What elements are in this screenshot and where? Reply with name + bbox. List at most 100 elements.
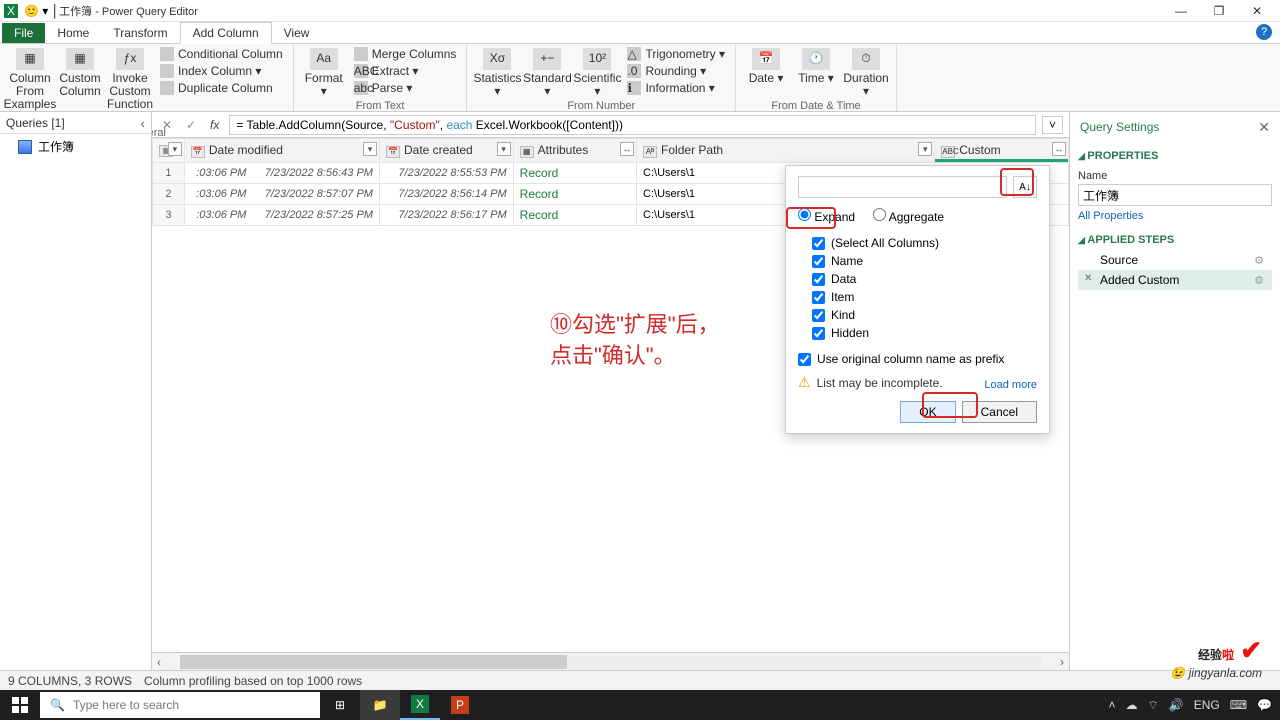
extract-button[interactable]: ABCExtract ▾ [350, 63, 461, 79]
close-button[interactable]: ✕ [1238, 0, 1276, 22]
ribbon: ▦Column From Examples ▾ ▦Custom Column ƒ… [0, 44, 1280, 112]
warning-icon: ⚠ [798, 374, 811, 391]
queries-header[interactable]: Queries [1]‹ [0, 112, 151, 134]
help-icon[interactable]: ? [1256, 24, 1272, 40]
query-name-input[interactable] [1078, 184, 1272, 206]
svg-text:X: X [416, 697, 424, 711]
formula-bar: ✕ ✓ fx = Table.AddColumn(Source, "Custom… [152, 112, 1069, 138]
all-properties-link[interactable]: All Properties [1078, 206, 1143, 222]
gear-icon[interactable]: ⚙ [1254, 254, 1264, 267]
trigonometry-button[interactable]: △Trigonometry ▾ [623, 46, 729, 62]
sort-button[interactable]: A↓ [1013, 176, 1037, 198]
col-date-modified[interactable]: 📅Date modified▾ [184, 139, 379, 163]
wifi-icon[interactable]: ⌔ [1147, 698, 1158, 713]
gear-icon[interactable]: ⚙ [1254, 274, 1264, 287]
duration-button[interactable]: ⏱Duration ▾ [842, 46, 890, 100]
format-button[interactable]: AaFormat ▾ [300, 46, 348, 100]
duplicate-column-button[interactable]: Duplicate Column [156, 80, 287, 96]
col-selector[interactable]: ▦▾ [153, 139, 185, 163]
formula-dropdown-icon[interactable]: ˅ [1042, 116, 1063, 134]
svg-text:X: X [7, 4, 15, 18]
query-settings-pane: Query Settings✕ PROPERTIES Name All Prop… [1070, 112, 1280, 670]
merge-columns-button[interactable]: Merge Columns [350, 46, 461, 62]
query-settings-header: Query Settings✕ [1070, 112, 1280, 142]
expand-radio[interactable]: Expand [798, 208, 855, 224]
tab-view[interactable]: View [272, 23, 322, 43]
tab-home[interactable]: Home [45, 23, 101, 43]
prefix-checkbox[interactable]: Use original column name as prefix [798, 352, 1037, 366]
column-checkbox[interactable]: Data [798, 270, 1037, 288]
col-attributes[interactable]: ▦Attributes↔ [513, 139, 636, 163]
rounding-button[interactable]: .0Rounding ▾ [623, 63, 729, 79]
search-icon: 🔍 [50, 698, 65, 712]
ribbon-tabs: File Home Transform Add Column View ? [0, 22, 1280, 44]
svg-text:P: P [456, 698, 464, 712]
time-button[interactable]: 🕐Time ▾ [792, 46, 840, 87]
applied-steps-heading: APPLIED STEPS [1078, 230, 1272, 250]
col-date-created[interactable]: 📅Date created▾ [379, 139, 513, 163]
scientific-button[interactable]: 10²Scientific ▾ [573, 46, 621, 100]
status-profiling: Column profiling based on top 1000 rows [144, 674, 362, 688]
task-view-icon[interactable]: ⊞ [320, 690, 360, 720]
tab-add-column[interactable]: Add Column [180, 22, 272, 44]
step-source[interactable]: Source⚙ [1078, 250, 1272, 270]
status-bar: 9 COLUMNS, 3 ROWS Column profiling based… [0, 670, 1280, 690]
collapse-icon[interactable]: ‹ [140, 115, 145, 131]
column-checkbox[interactable]: Kind [798, 306, 1037, 324]
custom-column-button[interactable]: ▦Custom Column [56, 46, 104, 100]
date-button[interactable]: 📅Date ▾ [742, 46, 790, 87]
excel-taskbar-icon[interactable]: X [400, 690, 440, 720]
annotation-text: ⑩勾选"扩展"后， 点击"确认"。 [550, 310, 720, 372]
explorer-icon[interactable]: 📁 [360, 690, 400, 720]
powerpoint-icon[interactable]: P [440, 690, 480, 720]
index-column-button[interactable]: Index Column ▾ [156, 63, 287, 79]
delete-step-icon[interactable]: ✕ [1084, 273, 1092, 284]
information-button[interactable]: ℹInformation ▾ [623, 80, 729, 96]
watermark-logo: 经验啦 ✔ 😉 jingyanla.com [1170, 635, 1262, 680]
window-title: 工作簿 - Power Query Editor [59, 3, 198, 19]
start-button[interactable] [0, 690, 40, 720]
column-search-input[interactable] [798, 176, 1007, 198]
expand-columns-popup: A↓ Expand Aggregate (Select All Columns)… [785, 165, 1050, 434]
properties-heading: PROPERTIES [1078, 146, 1272, 166]
maximize-button[interactable]: ❐ [1200, 0, 1238, 22]
column-checkbox[interactable]: Name [798, 252, 1037, 270]
volume-icon[interactable]: 🔊 [1169, 698, 1184, 712]
conditional-column-button[interactable]: Conditional Column [156, 46, 287, 62]
query-item[interactable]: 工作簿 [0, 134, 151, 159]
fx-icon[interactable]: fx [206, 118, 223, 132]
step-added-custom[interactable]: ✕Added Custom⚙ [1078, 270, 1272, 290]
onedrive-icon[interactable]: ☁ [1125, 698, 1137, 712]
tab-file[interactable]: File [2, 23, 45, 43]
ok-button[interactable]: OK [900, 401, 955, 423]
system-tray[interactable]: ˄ ☁ ⌔ 🔊 ENG ⌨ 💬 [1100, 698, 1280, 713]
standard-button[interactable]: +−Standard ▾ [523, 46, 571, 100]
queries-pane: Queries [1]‹ 工作簿 [0, 112, 152, 670]
load-more-link[interactable]: Load more [984, 375, 1037, 391]
column-checkbox[interactable]: Hidden [798, 324, 1037, 342]
col-custom[interactable]: ABCCustom↔ [935, 139, 1069, 163]
close-settings-icon[interactable]: ✕ [1258, 119, 1270, 136]
accept-formula-icon[interactable]: ✓ [182, 118, 200, 132]
ime-icon[interactable]: ⌨ [1230, 698, 1247, 712]
smiley-icon: 🙂 ▾ │ [24, 4, 59, 18]
taskbar-search[interactable]: 🔍Type here to search [40, 692, 320, 718]
select-all-checkbox[interactable]: (Select All Columns) [798, 234, 1037, 252]
minimize-button[interactable]: — [1162, 0, 1200, 22]
excel-icon: X [4, 4, 18, 18]
formula-input[interactable]: = Table.AddColumn(Source, "Custom", each… [229, 115, 1036, 135]
horizontal-scrollbar[interactable]: ‹› [152, 652, 1069, 670]
aggregate-radio[interactable]: Aggregate [873, 208, 944, 224]
name-label: Name [1078, 170, 1272, 182]
tab-transform[interactable]: Transform [101, 23, 179, 43]
cancel-button[interactable]: Cancel [962, 401, 1037, 423]
parse-button[interactable]: abcParse ▾ [350, 80, 461, 96]
chevron-up-icon[interactable]: ˄ [1108, 698, 1115, 712]
cancel-formula-icon[interactable]: ✕ [158, 118, 176, 132]
column-checkbox[interactable]: Item [798, 288, 1037, 306]
invoke-function-button[interactable]: ƒxInvoke Custom Function [106, 46, 154, 114]
col-folder-path[interactable]: AᴮFolder Path▾ [637, 139, 935, 163]
language-indicator[interactable]: ENG [1194, 698, 1220, 712]
statistics-button[interactable]: XσStatistics ▾ [473, 46, 521, 100]
notifications-icon[interactable]: 💬 [1257, 698, 1272, 712]
